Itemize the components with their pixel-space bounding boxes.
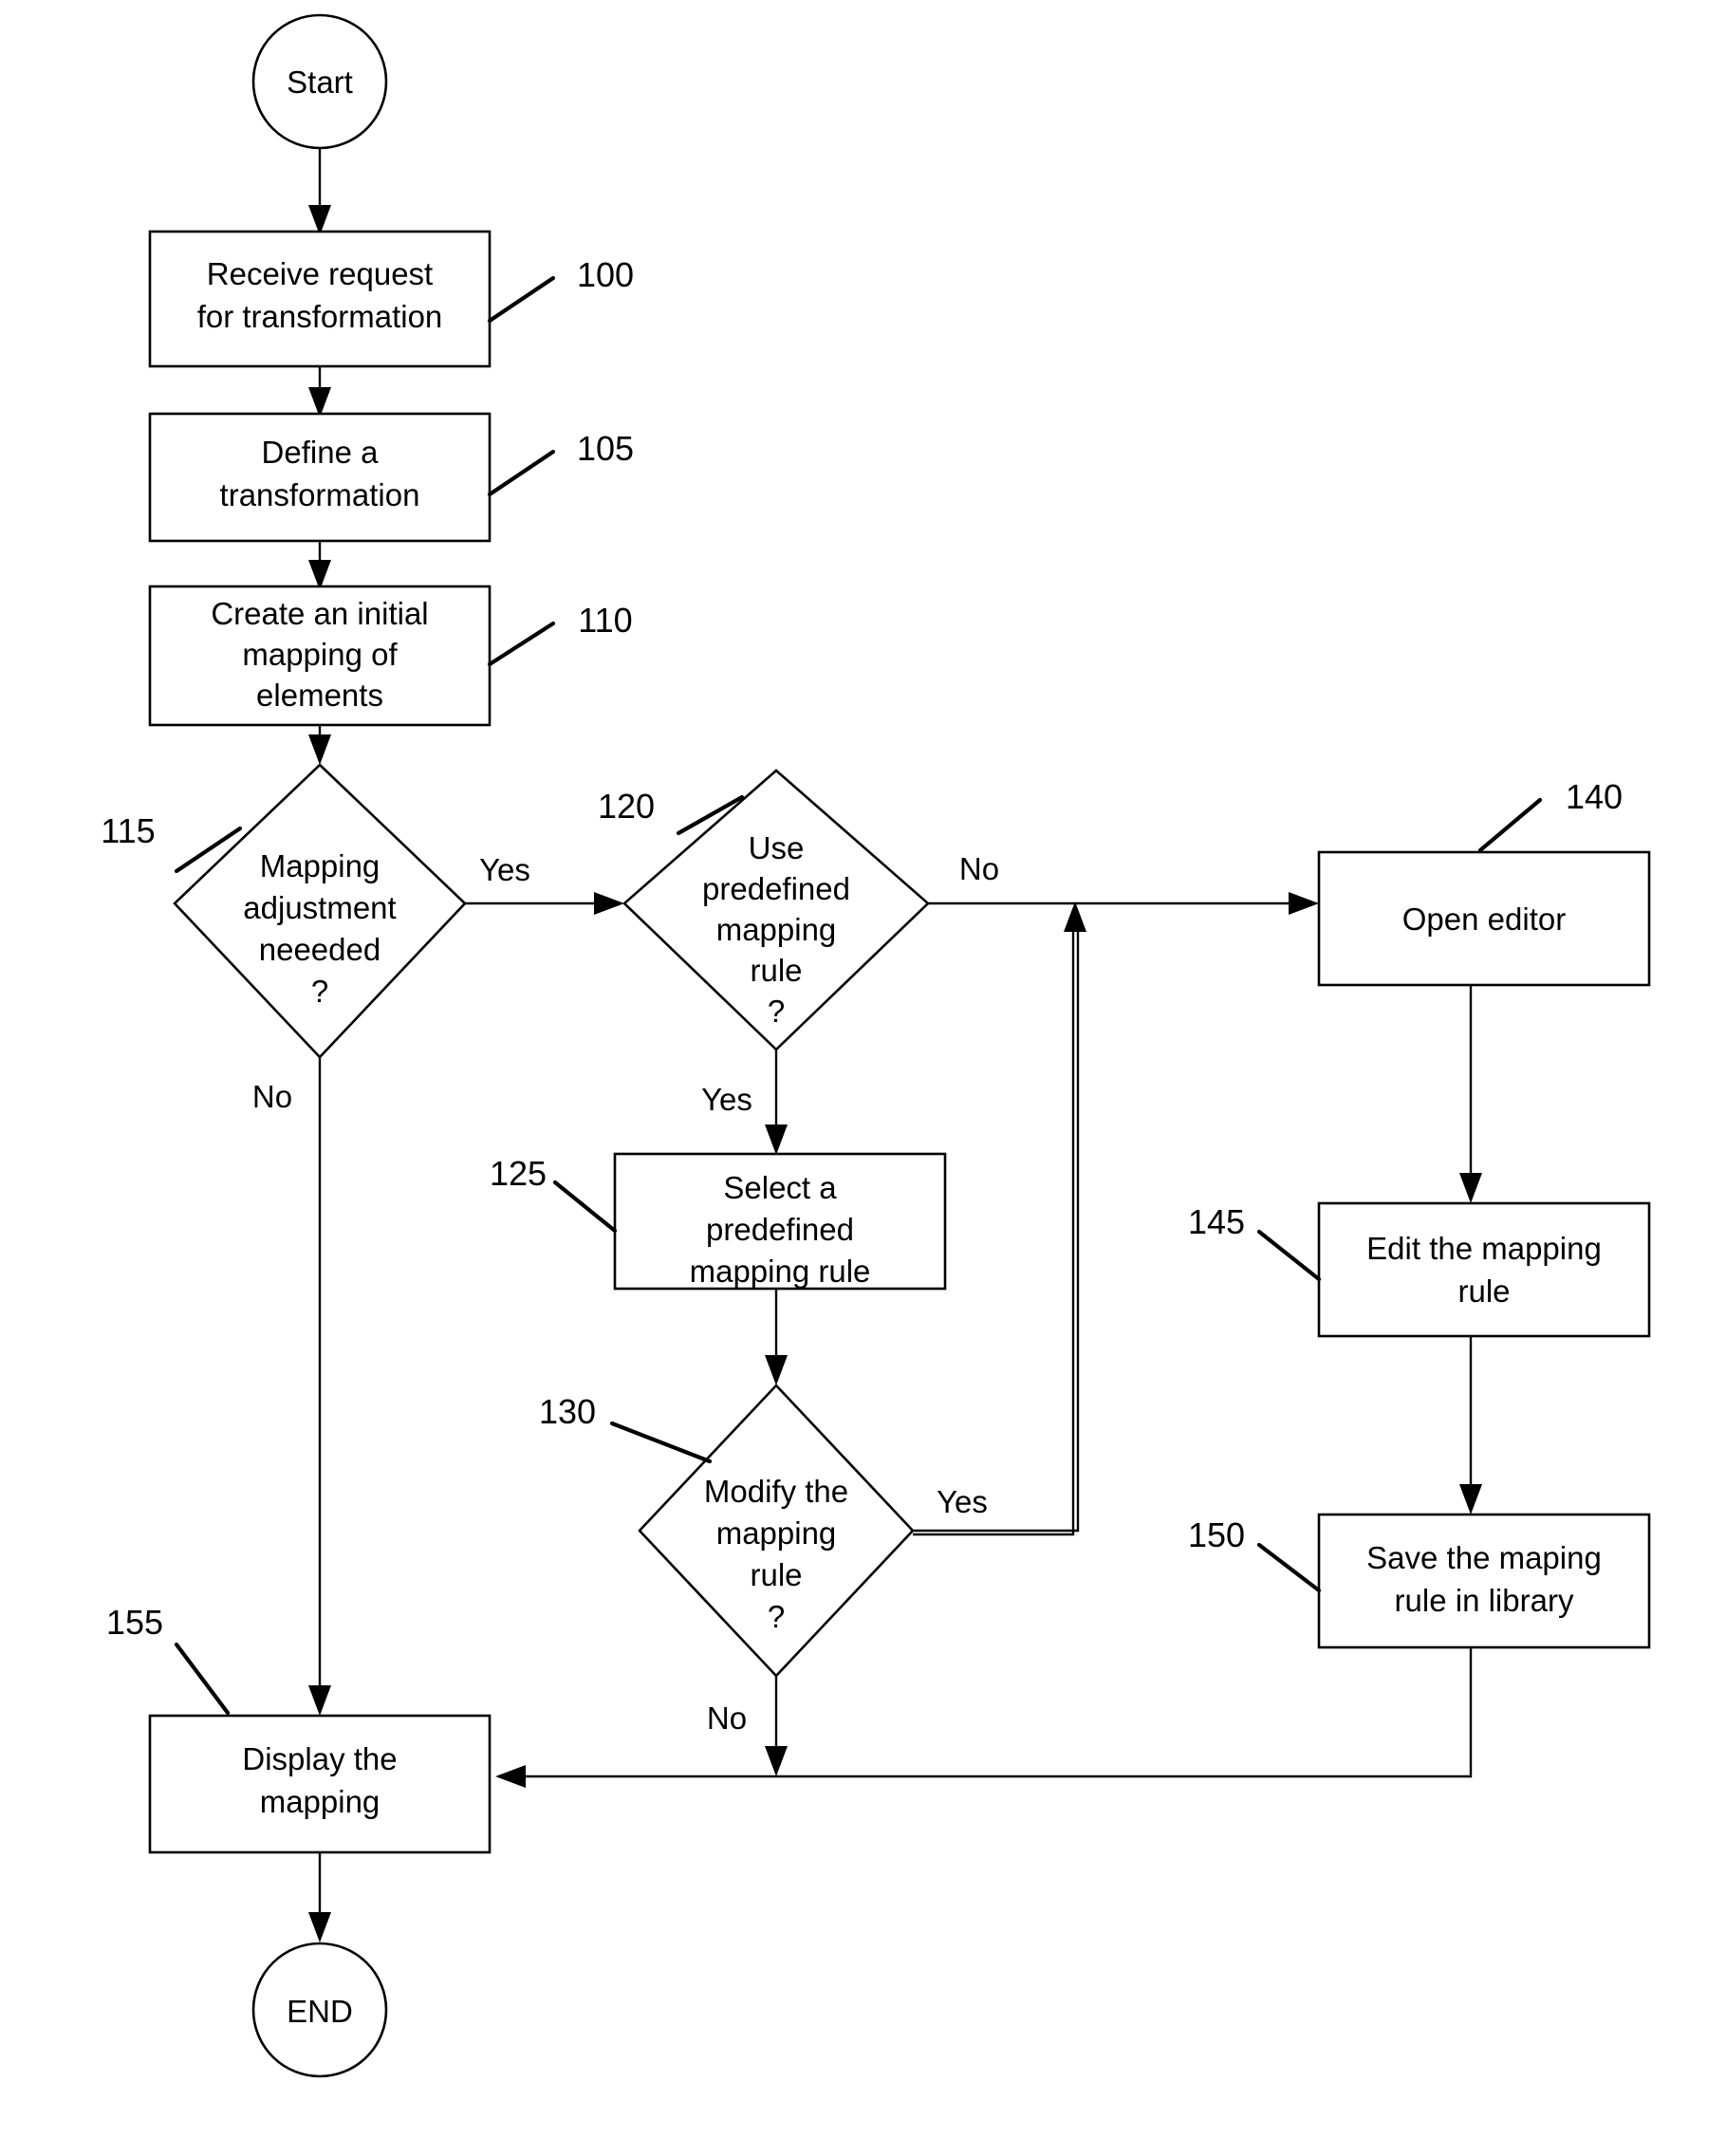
save-mapping-rule-box (1317, 1513, 1651, 1649)
use-predefined-line-5: ? (768, 994, 785, 1029)
ref-leader-line-130 (609, 1421, 713, 1464)
ref-number-125: 125 (490, 1154, 547, 1193)
save-mapping-rule-line-1: Save the maping (1366, 1540, 1602, 1575)
ref-number-150: 150 (1188, 1515, 1245, 1554)
node-edit-mapping-rule[interactable]: Edit the mapping rule (1317, 1201, 1651, 1338)
node-create-initial-mapping[interactable]: Create an initial mapping of elements (148, 585, 492, 727)
edge-label-120-no: No (959, 851, 999, 886)
arrowhead-155-to-end (308, 1912, 331, 1942)
edge-label-130-no: No (707, 1701, 747, 1736)
node-define-transformation[interactable]: Define a transformation (148, 412, 492, 543)
ref-leader-line-105 (487, 449, 556, 497)
arrowhead-120-no-to-140 (1289, 892, 1319, 915)
ref-leader-line-125 (552, 1180, 618, 1234)
ref-leader-line-100 (487, 275, 556, 324)
node-display-mapping[interactable]: Display the mapping (148, 1714, 492, 1854)
ref-leader-140: 140 (1477, 777, 1623, 853)
ref-number-105: 105 (577, 429, 634, 468)
ref-leader-145: 145 (1188, 1202, 1322, 1282)
define-transformation-line-2: transformation (220, 477, 420, 512)
ref-leader-155: 155 (106, 1603, 231, 1716)
ref-number-145: 145 (1188, 1202, 1245, 1241)
mapping-adjustment-line-3: neeeded (259, 932, 380, 967)
open-editor-label: Open editor (1402, 901, 1566, 937)
ref-number-140: 140 (1566, 777, 1623, 816)
node-modify-rule-decision[interactable]: Modify the mapping rule ? (638, 1384, 915, 1678)
node-open-editor[interactable]: Open editor (1317, 850, 1651, 987)
arrowhead-140-to-145 (1459, 1173, 1482, 1203)
ref-number-155: 155 (106, 1603, 163, 1642)
mapping-adjustment-line-4: ? (311, 974, 328, 1009)
end-label: END (287, 1994, 353, 2029)
arrowhead-115-no-to-155 (308, 1685, 331, 1716)
ref-leader-125: 125 (490, 1154, 618, 1234)
ref-leader-line-145 (1256, 1229, 1322, 1282)
arrowhead-120-yes-to-125 (765, 1124, 788, 1155)
node-start[interactable]: Start (251, 13, 388, 150)
create-initial-mapping-line-3: elements (256, 678, 383, 713)
use-predefined-line-2: predefined (702, 871, 850, 906)
ref-number-110: 110 (578, 601, 632, 640)
display-mapping-line-1: Display the (242, 1741, 397, 1776)
ref-number-115: 115 (101, 811, 155, 850)
arrowhead-150-to-155 (495, 1765, 526, 1788)
node-receive-request[interactable]: Receive request for transformation (148, 230, 492, 368)
flowchart-svg: Start Receive request for transformation… (101, 13, 1651, 2078)
edge-label-130-yes: Yes (937, 1484, 988, 1519)
ref-leader-100: 100 (487, 255, 634, 324)
node-save-mapping-rule[interactable]: Save the maping rule in library (1317, 1513, 1651, 1649)
edit-mapping-rule-box (1317, 1201, 1651, 1338)
create-initial-mapping-line-2: mapping of (242, 637, 398, 672)
ref-leader-110: 110 (487, 601, 633, 667)
use-predefined-line-4: rule (750, 953, 802, 988)
ref-number-120: 120 (598, 787, 655, 826)
node-end[interactable]: END (251, 1942, 388, 2078)
node-select-predefined-rule[interactable]: Select a predefined mapping rule (613, 1152, 947, 1291)
ref-number-100: 100 (577, 255, 634, 294)
define-transformation-line-1: Define a (262, 435, 380, 470)
ref-leader-line-155 (174, 1642, 231, 1716)
edge-label-115-yes: Yes (479, 852, 530, 887)
node-mapping-adjustment-decision[interactable]: Mapping adjustment neeeded ? (173, 763, 467, 1059)
arrowhead-130-no-down (765, 1746, 788, 1776)
ref-leader-105: 105 (487, 429, 634, 497)
modify-rule-line-1: Modify the (704, 1474, 848, 1509)
arrowhead-130-yes-feedback (1064, 901, 1086, 932)
ref-number-130: 130 (539, 1392, 596, 1431)
modify-rule-line-2: mapping (716, 1515, 837, 1551)
node-use-predefined-rule-decision[interactable]: Use predefined mapping rule ? (622, 769, 930, 1051)
receive-request-line-1: Receive request (207, 256, 433, 291)
arrowhead-115-yes-to-120 (594, 892, 624, 915)
ref-leader-150: 150 (1188, 1515, 1322, 1593)
create-initial-mapping-line-1: Create an initial (211, 596, 428, 631)
modify-rule-line-3: rule (750, 1557, 802, 1592)
ref-leader-130: 130 (539, 1392, 713, 1464)
receive-request-line-2: for transformation (197, 299, 443, 334)
mapping-adjustment-line-1: Mapping (260, 848, 380, 883)
select-predefined-rule-line-3: mapping rule (690, 1254, 871, 1289)
edge-150-to-155 (512, 1647, 1473, 1778)
edit-mapping-rule-line-1: Edit the mapping (1366, 1231, 1602, 1266)
save-mapping-rule-line-2: rule in library (1395, 1583, 1574, 1618)
mapping-adjustment-line-2: adjustment (243, 890, 396, 925)
arrowhead-110-to-115 (308, 734, 331, 765)
arrowhead-145-to-150 (1459, 1484, 1482, 1515)
ref-leader-line-110 (487, 621, 556, 667)
arrowhead-125-to-130 (765, 1355, 788, 1385)
use-predefined-line-3: mapping (716, 912, 837, 947)
modify-rule-line-4: ? (768, 1599, 785, 1634)
select-predefined-rule-line-1: Select a (723, 1170, 837, 1205)
display-mapping-line-2: mapping (260, 1784, 380, 1819)
ref-leader-line-140 (1477, 797, 1543, 853)
select-predefined-rule-line-2: predefined (706, 1212, 854, 1247)
edge-label-115-no: No (252, 1079, 292, 1114)
start-label: Start (287, 65, 353, 100)
edit-mapping-rule-line-2: rule (1457, 1273, 1510, 1309)
use-predefined-line-1: Use (749, 830, 805, 865)
edge-label-120-yes: Yes (701, 1082, 752, 1117)
ref-leader-line-150 (1256, 1542, 1322, 1593)
flowchart-canvas: Start Receive request for transformation… (0, 0, 1726, 2156)
